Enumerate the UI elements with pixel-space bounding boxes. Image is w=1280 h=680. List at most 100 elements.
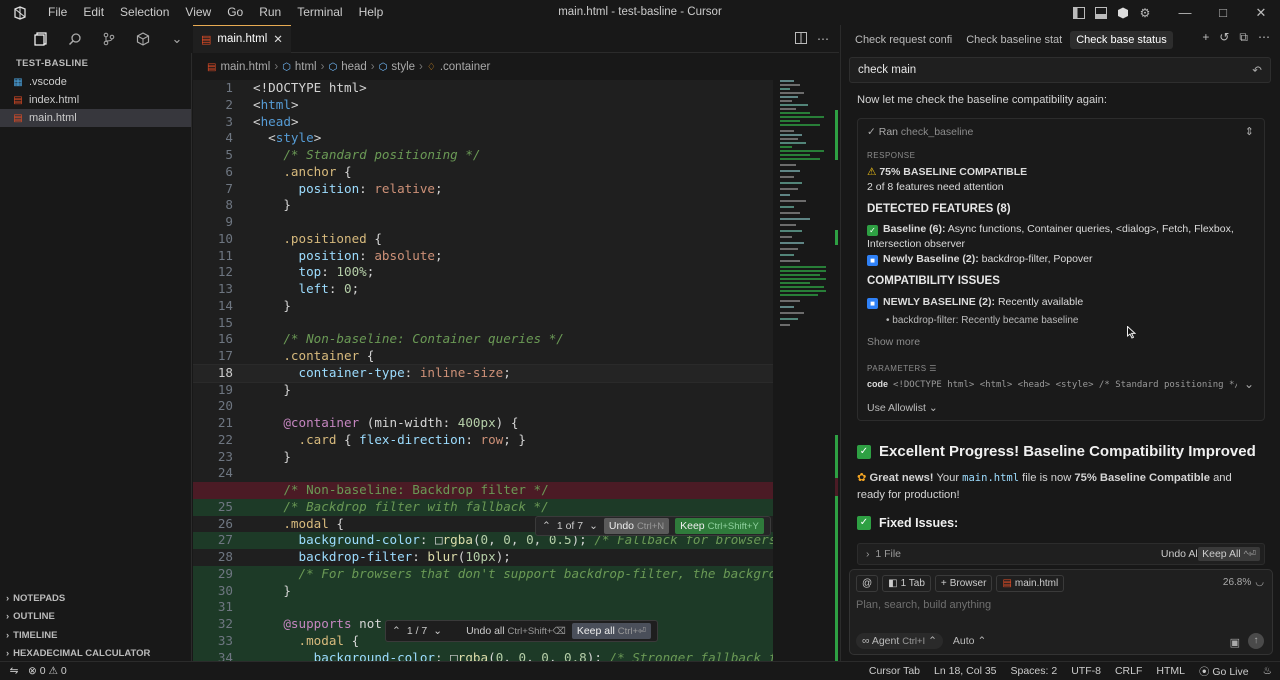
code-line[interactable]: 24 [193, 465, 773, 482]
code-line[interactable]: 16 /* Non-baseline: Container queries */ [193, 331, 773, 348]
language-mode[interactable]: HTML [1156, 665, 1185, 677]
tree-item-main-html[interactable]: ▤ main.html [0, 109, 191, 127]
code-line[interactable]: 22 .card { flex-direction: row; } [193, 432, 773, 449]
toggle-panel-icon[interactable] [1090, 0, 1112, 25]
panel-timeline[interactable]: › TIMELINE [0, 626, 192, 644]
code-line[interactable]: 14 } [193, 298, 773, 315]
menu-run[interactable]: Run [251, 0, 289, 25]
cursor-position[interactable]: Ln 18, Col 35 [934, 665, 996, 677]
encoding[interactable]: UTF-8 [1071, 665, 1101, 677]
chevron-down-icon[interactable]: ⌄ [589, 520, 598, 532]
chevron-down-icon[interactable]: ⌄ [1244, 377, 1254, 391]
code-line[interactable]: 5 /* Standard positioning */ [193, 147, 773, 164]
more-actions-icon[interactable]: ⋯ [1258, 30, 1270, 45]
panel-hex-calculator[interactable]: › HEXADECIMAL CALCULATOR [0, 644, 192, 662]
breadcrumb-item[interactable]: .container [440, 61, 491, 73]
split-editor-icon[interactable] [795, 31, 807, 47]
code-line[interactable]: /* Non-baseline: Backdrop filter */ [193, 482, 773, 499]
expand-collapse-icon[interactable]: ⇕ [1245, 125, 1254, 138]
keep-all-button[interactable]: Keep all Ctrl+⏎ [571, 623, 652, 639]
code-line[interactable]: 19 } [193, 382, 773, 399]
menu-help[interactable]: Help [351, 0, 392, 25]
toggle-sidebar-icon[interactable] [1068, 0, 1090, 25]
menu-go[interactable]: Go [219, 0, 251, 25]
cursor-tab-status[interactable]: Cursor Tab [869, 665, 920, 677]
send-icon[interactable]: ↑ [1248, 633, 1264, 649]
chat-tab-active[interactable]: Check base status [1070, 31, 1173, 49]
minimap[interactable] [775, 80, 835, 663]
minimize-icon[interactable]: — [1166, 0, 1204, 25]
code-line[interactable]: 20 [193, 398, 773, 415]
breadcrumb-item[interactable]: main.html [220, 61, 270, 73]
cursor-agent-icon[interactable] [1112, 0, 1134, 25]
eol[interactable]: CRLF [1115, 665, 1142, 677]
menu-edit[interactable]: Edit [75, 0, 112, 25]
panel-outline[interactable]: › OUTLINE [0, 607, 192, 625]
menu-selection[interactable]: Selection [112, 0, 177, 25]
chat-tab[interactable]: Check request confi [849, 31, 958, 49]
restore-icon[interactable]: ↶ [1252, 63, 1262, 77]
remote-icon[interactable]: ⇋ [0, 665, 28, 677]
code-line[interactable]: 18 container-type: inline-size; [193, 363, 773, 383]
file-context-chip[interactable]: ▤ main.html [996, 575, 1065, 592]
history-icon[interactable]: ↺ [1219, 30, 1229, 45]
code-line[interactable]: 4 <style> [193, 130, 773, 147]
tree-item-vscode[interactable]: ▦ .vscode [0, 73, 191, 91]
maximize-icon[interactable]: □ [1204, 0, 1242, 25]
code-line[interactable]: 30 } [193, 582, 773, 600]
chat-tab[interactable]: Check baseline stat [960, 31, 1068, 49]
extensions-icon[interactable] [130, 26, 156, 52]
go-live-button[interactable]: ⦿ Go Live [1199, 664, 1249, 679]
browser-context-chip[interactable]: + Browser [934, 575, 993, 592]
tree-item-index-html[interactable]: ▤ index.html [0, 91, 191, 109]
code-line[interactable]: 9 [193, 214, 773, 231]
code-line[interactable]: 11 position: absolute; [193, 248, 773, 265]
problems-indicator[interactable]: ⊗ 0 ⚠ 0 [28, 665, 67, 677]
changed-files-bar[interactable]: › 1 File Undo All Keep All ^⏎ [857, 543, 1265, 565]
file-ref[interactable]: main.html [962, 472, 1019, 484]
settings-gear-icon[interactable]: ⚙ [1134, 0, 1156, 25]
code-line[interactable]: 23 } [193, 449, 773, 466]
chevron-up-icon[interactable]: ⌃ [542, 520, 551, 532]
undo-all-files-button[interactable]: Undo All [1161, 548, 1200, 560]
undo-hunk-button[interactable]: Undo Ctrl+N [603, 518, 670, 534]
code-line[interactable]: 12 top: 100%; [193, 264, 773, 281]
code-line[interactable]: 15 [193, 315, 773, 332]
copy-icon[interactable]: ☰ [929, 364, 937, 373]
chevron-down-icon[interactable]: ⌄ [433, 625, 442, 637]
show-more-link[interactable]: Show more [867, 335, 1257, 350]
image-attach-icon[interactable]: ▣ [1230, 636, 1240, 649]
keep-hunk-button[interactable]: Keep Ctrl+Shift+Y [675, 518, 764, 534]
open-in-editor-icon[interactable]: ⧉ [1239, 30, 1248, 45]
explorer-icon[interactable] [28, 26, 54, 52]
code-line[interactable]: 21 @container (min-width: 400px) { [193, 415, 773, 432]
code-line[interactable]: 3 <head> [193, 114, 773, 131]
breadcrumb-item[interactable]: html [295, 61, 317, 73]
tab-main-html[interactable]: ▤ main.html ✕ [193, 24, 291, 53]
code-line[interactable]: 28 backdrop-filter: blur(10px); [193, 549, 773, 566]
new-chat-icon[interactable]: + [1202, 30, 1209, 45]
code-line[interactable]: 25 /* Backdrop filter with fallback */ [193, 498, 773, 516]
agent-mode-dropdown[interactable]: ∞ Agent Ctrl+I ⌃ [856, 633, 943, 649]
indentation[interactable]: Spaces: 2 [1011, 665, 1058, 677]
code-line[interactable]: 1 <!DOCTYPE html> [193, 80, 773, 97]
tab-context-chip[interactable]: ◧ 1 Tab [882, 575, 931, 592]
breadcrumb-item[interactable]: style [391, 61, 415, 73]
menu-view[interactable]: View [177, 0, 219, 25]
panel-notepads[interactable]: › NOTEPADS [0, 589, 192, 607]
workspace-title[interactable]: TEST-BASLINE [0, 53, 191, 73]
tool-call-header[interactable]: ✓ Ran check_baseline [867, 126, 973, 138]
keep-all-files-button[interactable]: Keep All ^⏎ [1198, 547, 1260, 561]
composer-input[interactable]: Plan, search, build anything [856, 599, 991, 611]
close-window-icon[interactable]: ✕ [1242, 0, 1280, 25]
more-actions-icon[interactable]: ⋯ [817, 32, 829, 46]
close-tab-icon[interactable]: ✕ [273, 32, 283, 46]
code-editor[interactable]: 1 <!DOCTYPE html> 2 <html> 3 <head> 4 <style> 5… [193, 80, 773, 663]
breadcrumb-item[interactable]: head [341, 61, 367, 73]
chevron-down-icon[interactable]: ⌄ [164, 26, 190, 52]
code-line[interactable]: 13 left: 0; [193, 281, 773, 298]
menu-terminal[interactable]: Terminal [289, 0, 350, 25]
use-allowlist-dropdown[interactable]: Use Allowlist ⌄ [867, 401, 1257, 416]
code-line[interactable]: 29 /* For browsers that don't support ba… [193, 565, 773, 583]
code-line[interactable]: 10 .positioned { [193, 231, 773, 248]
